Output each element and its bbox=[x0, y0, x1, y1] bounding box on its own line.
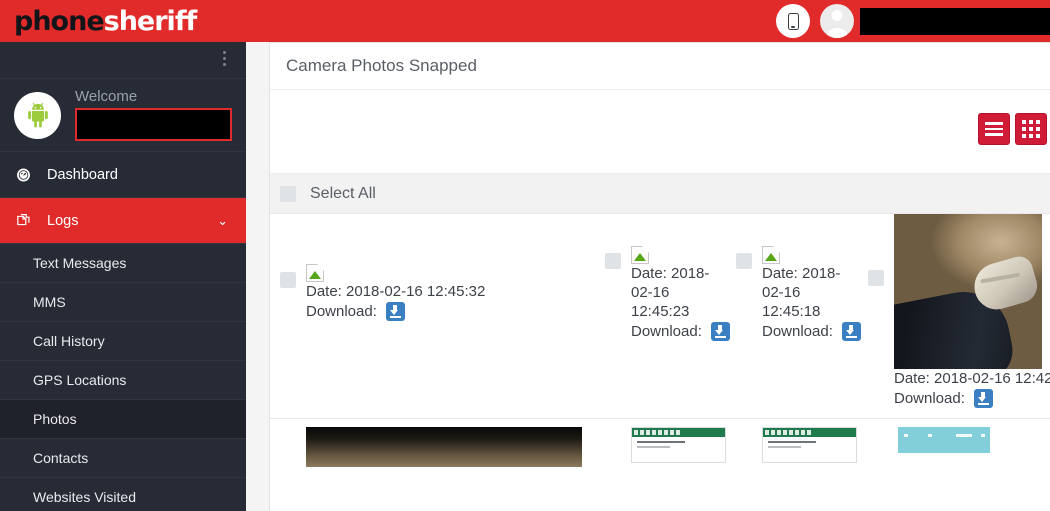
sidebar-subitem-label: Websites Visited bbox=[33, 489, 136, 505]
photo-date: Date: 2018-02-16 12:42:17 bbox=[894, 370, 1050, 387]
content-area: Camera Photos Snapped Select All Date: 2… bbox=[246, 42, 1050, 511]
phone-icon bbox=[787, 12, 799, 30]
photo-date: Date: 2018-02-16 12:45:23 bbox=[631, 265, 710, 320]
sidebar-item-websites-visited[interactable]: Websites Visited bbox=[0, 478, 246, 511]
sidebar-top bbox=[0, 42, 246, 79]
photo-item: Date: 2018-02-16 12:42:17 Download: bbox=[858, 214, 1050, 418]
photo-details bbox=[898, 427, 990, 453]
photo-thumbnail[interactable] bbox=[762, 427, 857, 463]
photo-details: Date: 2018-02-16 12:45:23 Download: bbox=[631, 246, 730, 341]
sidebar-profile: Welcome bbox=[0, 79, 246, 152]
sidebar-subitem-label: GPS Locations bbox=[33, 372, 127, 388]
top-bar-right bbox=[776, 0, 1050, 42]
broken-image-icon[interactable] bbox=[306, 264, 324, 282]
photo-details: Date: 2018-02-16 12:45:32 Download: bbox=[306, 264, 485, 321]
welcome-label: Welcome bbox=[75, 88, 138, 105]
sidebar-subitem-label: Photos bbox=[33, 411, 77, 427]
download-label: Download: bbox=[894, 390, 965, 407]
photo-details bbox=[306, 427, 582, 467]
logo-text-sheriff: sheriff bbox=[103, 5, 198, 37]
sidebar-item-label: Dashboard bbox=[47, 166, 118, 183]
photo-download-row: Download: bbox=[762, 322, 861, 341]
sidebar-item-mms[interactable]: MMS bbox=[0, 283, 246, 322]
select-all-checkbox[interactable] bbox=[280, 185, 296, 202]
page-title: Camera Photos Snapped bbox=[270, 43, 1050, 90]
sidebar-item-logs[interactable]: Logs ⌄ bbox=[0, 198, 246, 244]
sidebar-subitem-label: Contacts bbox=[33, 450, 89, 466]
list-view-icon[interactable] bbox=[978, 113, 1010, 145]
photo-thumbnail[interactable] bbox=[306, 427, 582, 467]
photo-date: Date: 2018-02-16 12:45:32 bbox=[306, 283, 486, 300]
grid-view-icon[interactable] bbox=[1015, 113, 1047, 145]
top-bar: phonesheriff bbox=[0, 0, 1050, 42]
username-redaction bbox=[75, 108, 232, 141]
download-label: Download: bbox=[306, 303, 377, 320]
sidebar-subitem-label: Text Messages bbox=[33, 255, 127, 271]
broken-image-icon[interactable] bbox=[762, 246, 780, 264]
sidebar-item-dashboard[interactable]: Dashboard bbox=[0, 152, 246, 198]
kebab-menu-icon[interactable] bbox=[223, 51, 226, 69]
logo-text-phone: phone bbox=[14, 5, 105, 37]
photo-details bbox=[762, 427, 857, 463]
sidebar-item-gps-locations[interactable]: GPS Locations bbox=[0, 361, 246, 400]
download-icon[interactable] bbox=[973, 389, 993, 408]
photo-download-row: Download: bbox=[306, 302, 485, 321]
photo-item: Date: 2018-02-16 12:45:23 Download: bbox=[595, 214, 730, 418]
logs-icon bbox=[10, 212, 36, 229]
dashboard-icon bbox=[10, 166, 36, 183]
photo-item: Date: 2018-02-16 12:45:18 Download: bbox=[726, 214, 861, 418]
photo-details bbox=[631, 427, 726, 463]
photo-thumbnail[interactable] bbox=[898, 427, 990, 453]
photo-checkbox[interactable] bbox=[280, 272, 296, 288]
sidebar-item-label: Logs bbox=[47, 212, 79, 229]
photo-row bbox=[270, 419, 1050, 467]
user-avatar-icon[interactable] bbox=[820, 4, 854, 38]
view-toggle-group bbox=[978, 113, 1047, 145]
download-icon[interactable] bbox=[385, 302, 405, 321]
sidebar-item-contacts[interactable]: Contacts bbox=[0, 439, 246, 478]
sidebar: Welcome Dashboard Logs ⌄ Text Messages M… bbox=[0, 42, 246, 511]
photo-item bbox=[270, 419, 595, 467]
brand-logo[interactable]: phonesheriff bbox=[14, 5, 198, 37]
photo-details: Date: 2018-02-16 12:45:18 Download: bbox=[762, 246, 861, 341]
profile-text: Welcome bbox=[75, 89, 232, 141]
app-root: phonesheriff Welcome Dashboard Logs ⌄ Te… bbox=[0, 0, 1050, 511]
select-all-label: Select All bbox=[310, 184, 376, 202]
photo-row: Date: 2018-02-16 12:45:32 Download: Date… bbox=[270, 214, 1050, 419]
chevron-down-icon: ⌄ bbox=[217, 212, 228, 228]
device-phone-button[interactable] bbox=[776, 4, 810, 38]
sidebar-item-call-history[interactable]: Call History bbox=[0, 322, 246, 361]
sidebar-subitem-label: MMS bbox=[33, 294, 66, 310]
photo-item bbox=[595, 419, 726, 467]
account-name-redaction bbox=[860, 7, 1050, 35]
photo-checkbox[interactable] bbox=[868, 270, 884, 286]
sidebar-subitem-label: Call History bbox=[33, 333, 105, 349]
download-label: Download: bbox=[631, 323, 702, 340]
broken-image-icon[interactable] bbox=[631, 246, 649, 264]
photo-date: Date: 2018-02-16 12:45:18 bbox=[762, 265, 841, 320]
photo-item bbox=[726, 419, 858, 467]
sidebar-item-text-messages[interactable]: Text Messages bbox=[0, 244, 246, 283]
download-label: Download: bbox=[762, 323, 833, 340]
select-all-row: Select All bbox=[270, 174, 1050, 214]
photo-download-row: Download: bbox=[631, 322, 730, 341]
photos-card: Camera Photos Snapped Select All Date: 2… bbox=[269, 42, 1050, 511]
photo-checkbox[interactable] bbox=[736, 253, 752, 269]
photo-checkbox[interactable] bbox=[605, 253, 621, 269]
photo-details: Date: 2018-02-16 12:42:17 Download: bbox=[894, 214, 1050, 408]
photo-thumbnail[interactable] bbox=[894, 214, 1042, 369]
photo-thumbnail[interactable] bbox=[631, 427, 726, 463]
android-robot-icon bbox=[14, 91, 61, 139]
photo-item: Date: 2018-02-16 12:45:32 Download: bbox=[270, 214, 595, 418]
toolbar bbox=[270, 90, 1050, 174]
photo-download-row: Download: bbox=[894, 389, 1042, 408]
sidebar-item-photos[interactable]: Photos bbox=[0, 400, 246, 439]
photo-item bbox=[858, 419, 990, 467]
